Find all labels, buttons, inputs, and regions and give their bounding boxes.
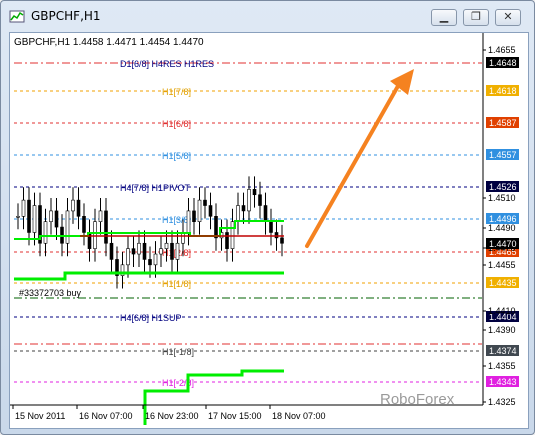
candle-body [65,210,70,244]
watermark: RoboForex [380,391,455,408]
level-price-text: 1.4587 [489,118,517,128]
candle-body [175,242,180,260]
candle-body [258,194,262,206]
candle-body [170,242,174,260]
time-tick-label: 16 Nov 07:00 [79,411,133,421]
price-tick-label: 1.4455 [488,260,516,270]
candle-body [263,205,268,222]
candle-body [148,259,152,266]
level-label: H1[-1/8] [162,347,194,357]
candle-body [76,199,81,217]
forecast-arrow-shaft [305,77,404,248]
candle-body [32,205,37,233]
candle-body [236,205,240,222]
level-price-text: 1.4374 [489,346,517,356]
time-tick-label: 15 Nov 2011 [15,411,65,421]
chart-area[interactable]: GBPCHF,H1 1.4458 1.4471 1.4454 1.4470 D1… [9,32,529,429]
candle-body [27,199,31,233]
price-tick-label: 1.4490 [488,223,516,233]
current-price-text: 1.4470 [489,239,517,249]
level-label: H1[5/8] [162,151,191,161]
level-label: H1[1/8] [162,279,191,289]
candle-body [109,242,114,260]
candle-body [159,248,163,255]
candle-body [208,205,213,217]
ohlc-header: GBPCHF,H1 1.4458 1.4471 1.4454 1.4470 [14,37,204,48]
candle-body [21,199,26,217]
price-tick-label: 1.4325 [488,397,516,407]
lower-trail-line [14,271,284,281]
time-tick-label: 17 Nov 15:00 [208,411,262,421]
candle-body [230,221,235,249]
candle-body [225,232,229,249]
candle-body [186,210,191,233]
price-series [14,69,414,425]
price-chart[interactable]: GBPCHF,H1 1.4458 1.4471 1.4454 1.4470 D1… [10,33,528,428]
candle-body [16,216,20,218]
order-label: #33372703 buy [19,288,82,298]
candle-body [197,199,202,222]
title-bar[interactable]: GBPCHF,H1 ▁ ❐ ✕ [1,1,534,31]
candle-body [71,199,75,212]
candle-body [280,237,284,244]
candle-body [54,210,59,228]
chart-window: GBPCHF,H1 ▁ ❐ ✕ GBPCHF,H1 1.4458 1.4471 … [0,0,535,435]
time-tick-label: 16 Nov 23:00 [145,411,199,421]
candle-body [214,216,218,239]
restore-button[interactable]: ❐ [463,9,489,26]
price-tick-label: 1.4390 [488,325,516,335]
candle-body [241,205,246,212]
price-tick-label: 1.4510 [488,193,516,203]
candle-body [93,221,97,249]
candle-body [126,248,130,266]
level-label: H4[6/8] H1SUP [120,313,182,323]
candle-body [131,248,136,255]
candle-body [43,221,48,244]
level-label: H1[6/8] [162,119,191,129]
level-price-text: 1.4526 [489,182,517,192]
candle-body [252,189,257,196]
time-tick-label: 18 Nov 07:00 [272,411,326,421]
candle-body [49,210,53,222]
level-label: H4[7/8] H1PIVOT [120,183,191,193]
window-title: GBPCHF,H1 [31,9,101,23]
level-label: H1[7/8] [162,87,191,97]
level-price-text: 1.4618 [489,86,517,96]
minimize-button[interactable]: ▁ [431,9,457,26]
price-tick-label: 1.4410 [488,306,516,316]
candle-body [274,232,279,239]
price-tick-label: 1.4355 [488,361,516,371]
level-price-text: 1.4343 [489,377,517,387]
close-button[interactable]: ✕ [495,9,521,26]
candle-body [104,210,108,244]
candle-body [192,210,196,222]
level-price-text: 1.4648 [489,58,517,68]
candle-body [247,189,251,212]
candle-body [181,232,185,244]
level-price-text: 1.4435 [489,278,517,288]
price-tick-label: 1.4655 [488,45,516,55]
candle-body [142,242,147,260]
level-label: D1[6/8] H4RES H1RES [120,59,214,69]
candle-body [269,221,273,233]
level-label: H1[3/8] [162,215,191,225]
candle-body [82,216,86,233]
candle-body [98,210,103,222]
candle-body [137,242,141,255]
level-price-text: 1.4557 [489,150,517,160]
chart-app-icon [9,10,25,23]
candle-body [203,199,207,206]
candle-body [153,253,158,266]
candle-body [164,242,169,249]
